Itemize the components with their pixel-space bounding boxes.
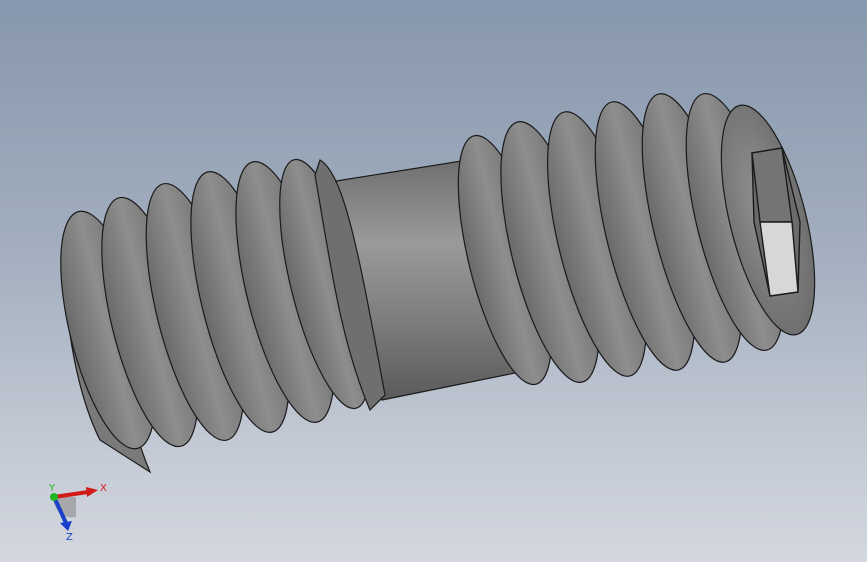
y-axis-label: Y <box>48 483 56 494</box>
z-axis-label: Z <box>66 532 73 543</box>
set-screw-model[interactable] <box>0 0 867 562</box>
z-axis-arrow <box>60 521 72 531</box>
x-axis-arrow <box>86 487 98 497</box>
left-thread-section <box>60 158 386 474</box>
x-axis-label: X <box>100 483 107 494</box>
x-axis-line <box>53 490 89 499</box>
orientation-triad: X Y Z <box>48 483 107 543</box>
graphics-viewport[interactable]: X Y Z <box>0 0 867 562</box>
y-axis-dot <box>50 493 58 501</box>
